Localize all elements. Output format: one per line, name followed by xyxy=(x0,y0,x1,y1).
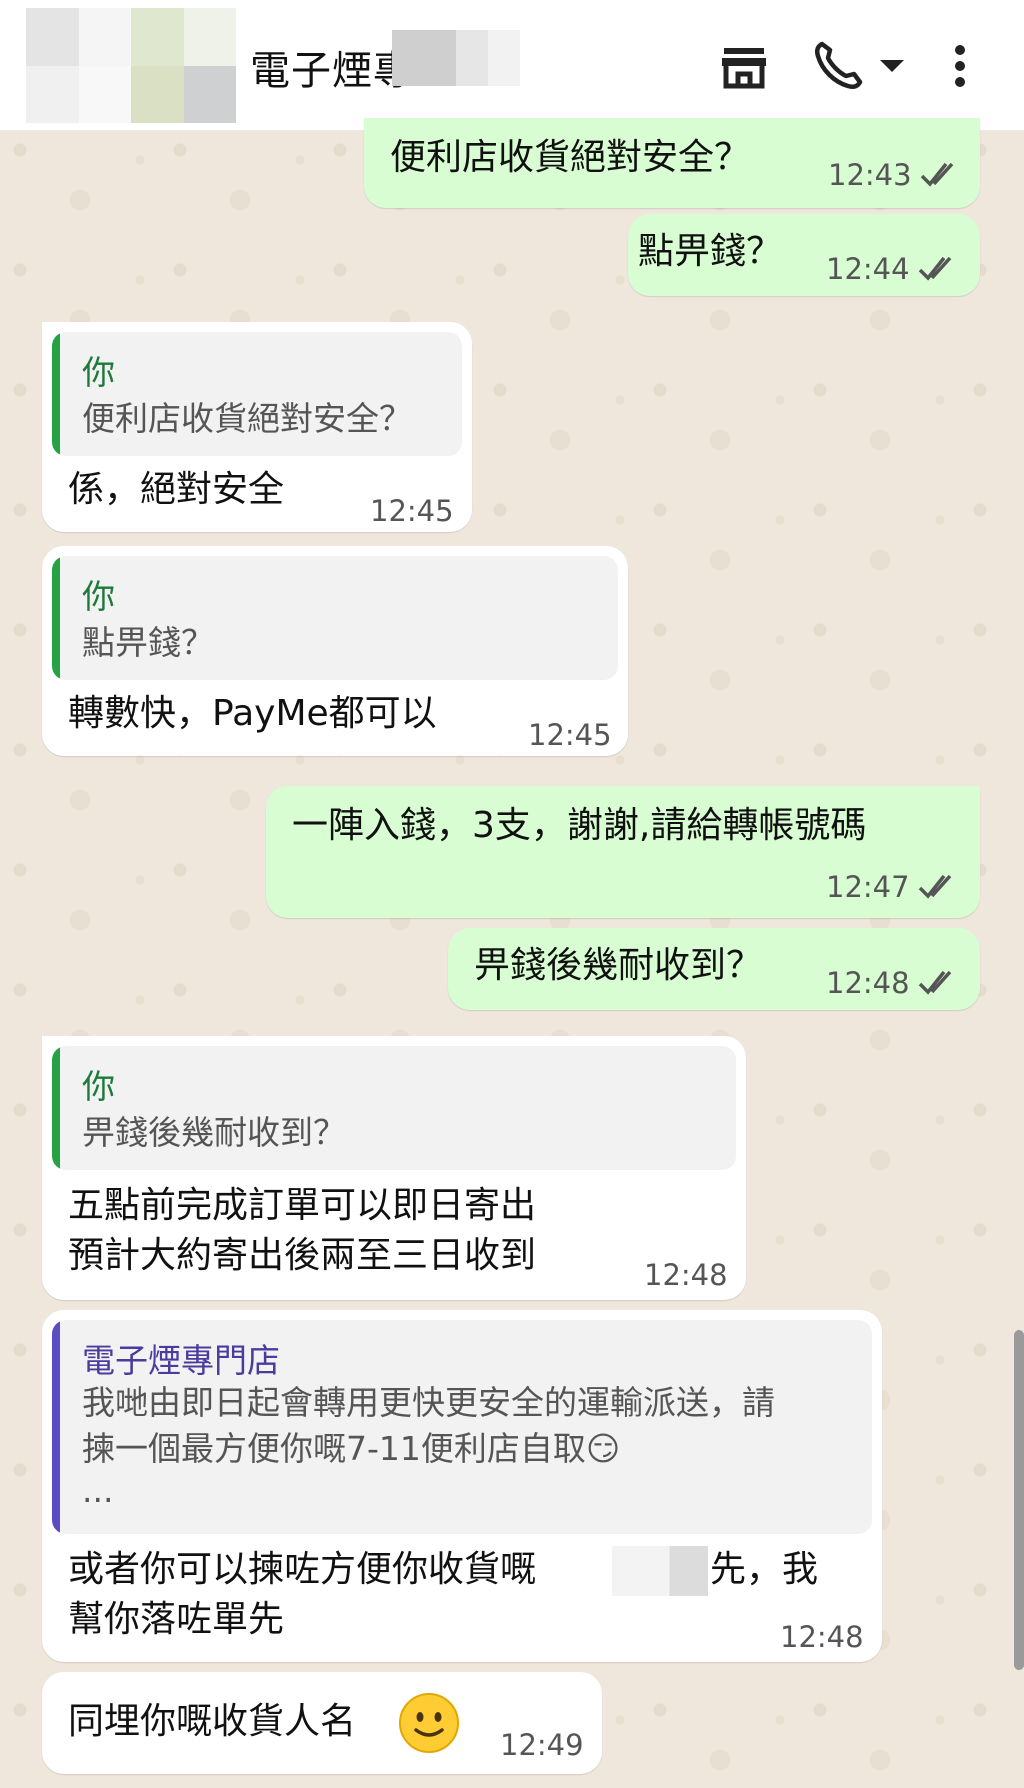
message-time: 12:43 xyxy=(828,158,912,192)
quoted-message[interactable]: 你 畀錢後幾耐收到？ xyxy=(52,1046,736,1170)
message-text-line: 幫你落咗單先 xyxy=(68,1599,285,1640)
message-bubble-outgoing[interactable]: 便利店收貨絕對安全？ 12:43 xyxy=(364,118,980,208)
quote-bar xyxy=(52,1046,60,1170)
quote-text: 畀錢後幾耐收到？ xyxy=(82,1113,346,1152)
message-bubble-incoming[interactable]: 你 便利店收貨絕對安全？ 係，絕對安全 12:45 xyxy=(42,322,472,532)
quote-author: 電子煙專門店 xyxy=(82,1341,280,1380)
quote-author: 你 xyxy=(82,577,115,616)
quote-text-line: 我哋由即日起會轉用更快更安全的運輸派送，請 xyxy=(82,1383,775,1422)
message-time: 12:44 xyxy=(826,252,910,286)
quote-author: 你 xyxy=(82,1067,115,1106)
slightly-smiling-face-icon xyxy=(399,1693,459,1753)
dropdown-icon[interactable] xyxy=(872,36,912,96)
chat-header: 電子煙專 xyxy=(0,0,1024,130)
quote-text: 點畀錢？ xyxy=(82,623,214,662)
contact-name-redaction xyxy=(392,30,520,86)
quote-text-line: ... xyxy=(82,1471,114,1510)
message-text: 便利店收貨絕對安全？ xyxy=(390,137,751,178)
message-bubble-outgoing[interactable]: 畀錢後幾耐收到？ 12:48 xyxy=(448,928,980,1010)
quoted-message[interactable]: 你 便利店收貨絕對安全？ xyxy=(52,332,462,456)
contact-name[interactable]: 電子煙專 xyxy=(250,38,414,96)
message-time: 12:48 xyxy=(780,1620,864,1654)
message-bubble-incoming[interactable]: 電子煙專門店 我哋由即日起會轉用更快更安全的運輸派送，請 揀一個最方便你嘅7-1… xyxy=(42,1310,882,1662)
read-ticks-icon xyxy=(918,256,952,281)
message-text-line: 預計大約寄出後兩至三日收到 xyxy=(68,1235,537,1276)
quote-bar xyxy=(52,556,60,680)
message-text: 同埋你嘅收貨人名 xyxy=(68,1701,357,1742)
message-text-line: 先，我 xyxy=(710,1549,819,1590)
message-bubble-outgoing[interactable]: 一陣入錢，3支，謝謝,請給轉帳號碼 12:47 xyxy=(266,786,980,918)
read-ticks-icon xyxy=(920,162,954,187)
read-ticks-icon xyxy=(918,970,952,995)
quoted-message[interactable]: 電子煙專門店 我哋由即日起會轉用更快更安全的運輸派送，請 揀一個最方便你嘅7-1… xyxy=(52,1320,872,1534)
message-time: 12:47 xyxy=(826,870,910,904)
text-redaction xyxy=(612,1546,708,1596)
message-time: 12:49 xyxy=(500,1728,584,1762)
message-time: 12:48 xyxy=(826,966,910,1000)
message-text: 係，絕對安全 xyxy=(68,469,285,510)
quote-text-line: 揀一個最方便你嘅7-11便利店自取😏 xyxy=(82,1429,621,1468)
quote-text: 便利店收貨絕對安全？ xyxy=(82,399,412,438)
quoted-message[interactable]: 你 點畀錢？ xyxy=(52,556,618,680)
message-text-line: 或者你可以揀咗方便你收貨嘅 xyxy=(68,1549,537,1590)
message-time: 12:45 xyxy=(370,494,454,528)
more-options-icon[interactable] xyxy=(940,36,980,96)
message-bubble-incoming[interactable]: 同埋你嘅收貨人名 12:49 xyxy=(42,1672,602,1774)
message-bubble-outgoing[interactable]: 點畀錢？ 12:44 xyxy=(628,214,980,296)
read-ticks-icon xyxy=(918,874,952,899)
quote-author: 你 xyxy=(82,353,115,392)
message-bubble-incoming[interactable]: 你 畀錢後幾耐收到？ 五點前完成訂單可以即日寄出 預計大約寄出後兩至三日收到 1… xyxy=(42,1036,746,1300)
call-icon[interactable] xyxy=(808,36,868,96)
message-text: 點畀錢？ xyxy=(638,231,783,272)
quote-bar xyxy=(52,1320,60,1534)
scrollbar[interactable] xyxy=(1014,1330,1024,1670)
quote-bar xyxy=(52,332,60,456)
avatar[interactable] xyxy=(26,8,236,123)
store-icon[interactable] xyxy=(714,36,774,96)
message-time: 12:48 xyxy=(644,1258,728,1292)
message-text: 轉數快，PayMe都可以 xyxy=(68,693,437,734)
message-text: 一陣入錢，3支，謝謝,請給轉帳號碼 xyxy=(292,805,867,846)
message-text: 畀錢後幾耐收到？ xyxy=(474,945,763,986)
message-bubble-incoming[interactable]: 你 點畀錢？ 轉數快，PayMe都可以 12:45 xyxy=(42,546,628,756)
message-text-line: 五點前完成訂單可以即日寄出 xyxy=(68,1185,537,1226)
message-time: 12:45 xyxy=(528,718,612,752)
